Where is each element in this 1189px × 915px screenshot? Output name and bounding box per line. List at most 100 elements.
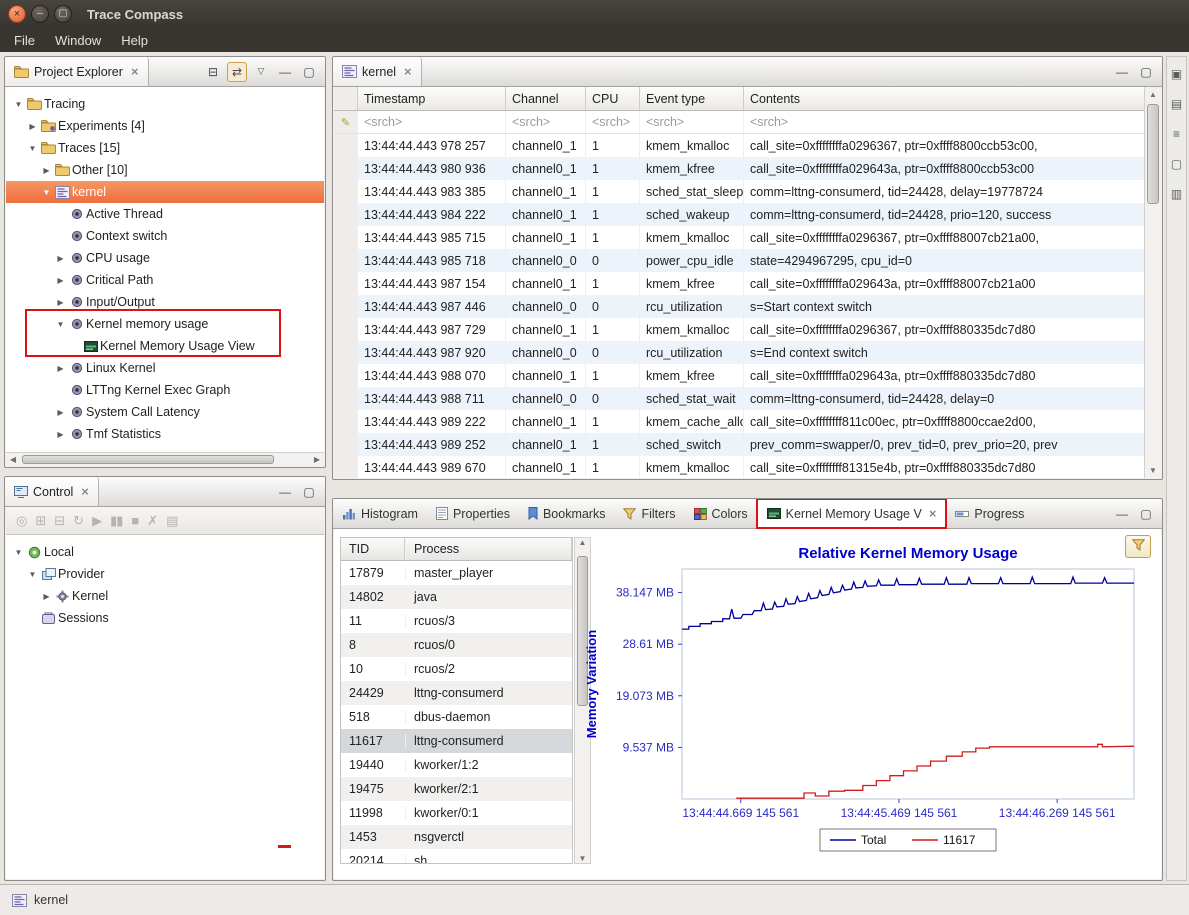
expand-arrow-icon[interactable]: ▶ [54, 298, 67, 307]
table-row[interactable]: 13:44:44.443 989 222channel0_11kmem_cach… [334, 410, 1144, 433]
process-row[interactable]: 10rcuos/2 [341, 657, 572, 681]
process-row[interactable]: 11rcuos/3 [341, 609, 572, 633]
close-icon[interactable]: × [81, 484, 89, 499]
filter-input-event-type[interactable]: <srch> [640, 111, 744, 133]
column-header-channel[interactable]: Channel [506, 87, 586, 110]
process-row[interactable]: 14802java [341, 585, 572, 609]
view-menu-icon[interactable]: ▽ [251, 62, 271, 82]
tree-item-active-thread[interactable]: Active Thread [6, 203, 324, 225]
scroll-up-icon[interactable]: ▲ [1145, 87, 1161, 102]
scroll-left-icon[interactable]: ◀ [6, 453, 20, 466]
tree-item-linux-kernel[interactable]: ▶Linux Kernel [6, 357, 324, 379]
process-row[interactable]: 20214sh [341, 849, 572, 864]
details-view-icon[interactable]: ▥ [1171, 187, 1182, 201]
column-header-cpu[interactable]: CPU [586, 87, 640, 110]
tree-item-other-10[interactable]: ▶Other [10] [6, 159, 324, 181]
column-header-tid[interactable]: TID [341, 538, 405, 560]
tab-properties[interactable]: Properties [427, 499, 519, 528]
table-row[interactable]: 13:44:44.443 987 446channel0_00rcu_utili… [334, 295, 1144, 318]
tree-item-system-call-latency[interactable]: ▶System Call Latency [6, 401, 324, 423]
expand-arrow-icon[interactable]: ▶ [54, 408, 67, 417]
tab-kernel-editor[interactable]: kernel × [333, 57, 422, 86]
minimize-icon[interactable]: — [1112, 504, 1132, 524]
tab-colors[interactable]: Colors [685, 499, 757, 528]
column-header-timestamp[interactable]: Timestamp [358, 87, 506, 110]
tree-item-kernel[interactable]: ▶Kernel [6, 585, 324, 607]
expand-arrow-icon[interactable]: ▶ [54, 276, 67, 285]
table-row[interactable]: 13:44:44.443 988 711channel0_00sched_sta… [334, 387, 1144, 410]
tree-item-traces-15[interactable]: ▼Traces [15] [6, 137, 324, 159]
maximize-icon[interactable]: ▢ [299, 62, 319, 82]
tree-item-kernel-memory-usage[interactable]: ▼Kernel memory usage [6, 313, 324, 335]
collapse-arrow-icon[interactable]: ▼ [12, 100, 25, 109]
process-row[interactable]: 1453nsgverctl [341, 825, 572, 849]
expand-arrow-icon[interactable]: ▶ [40, 592, 53, 601]
close-icon[interactable]: × [404, 64, 412, 79]
tree-item-tracing[interactable]: ▼Tracing [6, 93, 324, 115]
window-close-button[interactable]: × [8, 5, 26, 23]
table-row[interactable]: 13:44:44.443 983 385channel0_11sched_sta… [334, 180, 1144, 203]
collapse-all-icon[interactable]: ⊟ [203, 62, 223, 82]
tree-item-experiments-4[interactable]: ▶Experiments [4] [6, 115, 324, 137]
tree-item-kernel[interactable]: ▼kernel [6, 181, 324, 203]
filter-input-channel[interactable]: <srch> [506, 111, 586, 133]
restore-view-icon[interactable]: ▣ [1171, 67, 1182, 81]
process-row[interactable]: 11617lttng-consumerd [341, 729, 572, 753]
minimize-icon[interactable]: — [1112, 62, 1132, 82]
column-header-process[interactable]: Process [405, 538, 572, 560]
collapse-arrow-icon[interactable]: ▼ [12, 548, 25, 557]
link-with-editor-icon[interactable]: ⇄ [227, 62, 247, 82]
maximize-icon[interactable]: ▢ [1136, 504, 1156, 524]
filter-input-timestamp[interactable]: <srch> [358, 111, 506, 133]
table-row[interactable]: 13:44:44.443 987 729channel0_11kmem_kmal… [334, 318, 1144, 341]
close-icon[interactable]: × [929, 506, 937, 521]
table-row[interactable]: 13:44:44.443 987 920channel0_00rcu_utili… [334, 341, 1144, 364]
table-row[interactable]: 13:44:44.443 985 718channel0_00power_cpu… [334, 249, 1144, 272]
process-row[interactable]: 24429lttng-consumerd [341, 681, 572, 705]
table-row[interactable]: 13:44:44.443 987 154channel0_11kmem_kfre… [334, 272, 1144, 295]
table-row[interactable]: 13:44:44.443 978 257channel0_11kmem_kmal… [334, 134, 1144, 157]
table-row[interactable]: 13:44:44.443 989 670channel0_11kmem_kmal… [334, 456, 1144, 478]
close-icon[interactable]: × [131, 64, 139, 79]
maximize-icon[interactable]: ▢ [1136, 62, 1156, 82]
column-header-event-type[interactable]: Event type [640, 87, 744, 110]
project-explorer-hscrollbar[interactable]: ◀ ▶ [6, 452, 324, 466]
window-maximize-button[interactable]: ▢ [54, 5, 72, 23]
tree-item-input-output[interactable]: ▶Input/Output [6, 291, 324, 313]
tab-histogram[interactable]: Histogram [333, 499, 427, 528]
table-row[interactable]: 13:44:44.443 989 252channel0_11sched_swi… [334, 433, 1144, 456]
collapse-arrow-icon[interactable]: ▼ [40, 188, 53, 197]
expand-arrow-icon[interactable]: ▶ [26, 122, 39, 131]
events-vscrollbar[interactable]: ▲ ▼ [1144, 87, 1161, 478]
tab-control[interactable]: Control × [5, 477, 99, 506]
collapse-arrow-icon[interactable]: ▼ [54, 320, 67, 329]
outline-view-icon[interactable]: ≡ [1173, 127, 1180, 141]
tree-item-context-switch[interactable]: Context switch [6, 225, 324, 247]
table-row[interactable]: 13:44:44.443 984 222channel0_11sched_wak… [334, 203, 1144, 226]
filter-input-cpu[interactable]: <srch> [586, 111, 640, 133]
tree-item-lttng-kernel-exec-graph[interactable]: LTTng Kernel Exec Graph [6, 379, 324, 401]
scroll-right-icon[interactable]: ▶ [310, 453, 324, 466]
tree-item-local[interactable]: ▼Local [6, 541, 324, 563]
table-row[interactable]: 13:44:44.443 980 936channel0_11kmem_kfre… [334, 157, 1144, 180]
expand-arrow-icon[interactable]: ▶ [54, 430, 67, 439]
tree-item-sessions[interactable]: Sessions [6, 607, 324, 629]
table-row[interactable]: 13:44:44.443 985 715channel0_11kmem_kmal… [334, 226, 1144, 249]
column-header-contents[interactable]: Contents [744, 87, 1144, 110]
expand-arrow-icon[interactable]: ▶ [54, 254, 67, 263]
tab-filters[interactable]: Filters [614, 499, 684, 528]
expand-arrow-icon[interactable]: ▶ [40, 166, 53, 175]
window-minimize-button[interactable]: – [31, 5, 49, 23]
process-row[interactable]: 19440kworker/1:2 [341, 753, 572, 777]
tree-item-provider[interactable]: ▼Provider [6, 563, 324, 585]
process-row[interactable]: 518dbus-daemon [341, 705, 572, 729]
restore-view-2-icon[interactable]: ▢ [1171, 157, 1182, 171]
collapse-arrow-icon[interactable]: ▼ [26, 144, 39, 153]
process-row[interactable]: 8rcuos/0 [341, 633, 572, 657]
collapse-arrow-icon[interactable]: ▼ [26, 570, 39, 579]
table-view-icon[interactable]: ▤ [1171, 97, 1182, 111]
process-row[interactable]: 17879master_player [341, 561, 572, 585]
tree-item-cpu-usage[interactable]: ▶CPU usage [6, 247, 324, 269]
scrollbar-thumb[interactable] [1147, 104, 1159, 204]
process-row[interactable]: 11998kworker/0:1 [341, 801, 572, 825]
